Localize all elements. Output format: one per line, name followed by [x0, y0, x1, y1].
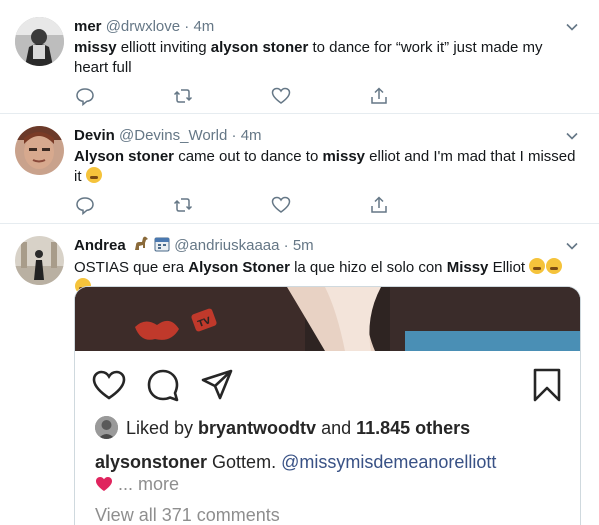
highlight-term: Missy: [446, 259, 489, 276]
shushing-face-emoji-icon: [529, 258, 546, 274]
post-photo[interactable]: TV: [75, 287, 580, 351]
user-handle[interactable]: @Devins_World: [119, 127, 227, 144]
separator-dot: ·: [184, 18, 190, 35]
share-icon[interactable]: [368, 85, 390, 107]
heart-icon[interactable]: [270, 194, 292, 216]
bookmark-icon[interactable]: [529, 367, 565, 403]
post-actions: [75, 351, 580, 411]
highlight-term: Alyson stoner: [74, 148, 175, 165]
user-handle[interactable]: @andriuskaaaa: [174, 237, 279, 254]
tweet-actions: [74, 194, 414, 216]
caption-text: Gottem.: [207, 452, 282, 472]
display-name[interactable]: mer: [74, 18, 102, 35]
highlight-term: alyson stoner: [210, 39, 309, 56]
caption-more-link[interactable]: ... more: [113, 474, 179, 494]
tweet-1[interactable]: mer @drwxlove · 4m missy elliott invitin…: [0, 0, 599, 114]
likes-summary: Liked by bryantwoodtv and 11.845 others: [95, 416, 470, 440]
retweet-icon[interactable]: [172, 85, 194, 107]
display-name[interactable]: Devin: [74, 127, 115, 144]
calendar-emoji-icon: [154, 237, 170, 252]
tweet-header: Andrea @andriuskaaaa · 5m: [74, 236, 314, 256]
dinosaur-emoji-icon: [134, 236, 148, 250]
tweet-actions: [74, 85, 414, 107]
liked-and: and: [316, 418, 357, 438]
tweet-text: missy elliott inviting alyson stoner to …: [74, 38, 579, 78]
shushing-face-emoji-icon: [546, 258, 563, 274]
avatar[interactable]: [15, 126, 64, 175]
liked-others[interactable]: 11.845 others: [356, 418, 470, 438]
tweet-2[interactable]: Devin @Devins_World · 4m Alyson stoner c…: [0, 114, 599, 224]
red-heart-emoji-icon: [96, 477, 112, 491]
tweet-header: Devin @Devins_World · 4m: [74, 126, 262, 146]
caption-mention[interactable]: @missymisdemeanorelliott: [281, 452, 496, 472]
post-caption: alysonstoner Gottem. @missymisdemeanorel…: [95, 451, 575, 495]
retweet-icon[interactable]: [172, 194, 194, 216]
caption-user[interactable]: alysonstoner: [95, 452, 207, 472]
highlight-term: Alyson Stoner: [188, 259, 290, 276]
tweet-header: mer @drwxlove · 4m: [74, 17, 214, 37]
chevron-down-icon[interactable]: [564, 19, 580, 35]
text-segment: la que hizo el solo con: [289, 259, 447, 276]
liked-user[interactable]: bryantwoodtv: [198, 418, 316, 438]
avatar[interactable]: [95, 416, 118, 439]
reply-icon[interactable]: [74, 85, 96, 107]
share-icon[interactable]: [368, 194, 390, 216]
text-segment: OSTIAS que era: [74, 259, 189, 276]
chevron-down-icon[interactable]: [564, 238, 580, 254]
user-handle[interactable]: @drwxlove: [106, 18, 180, 35]
view-all-comments-link[interactable]: View all 371 comments: [95, 505, 280, 525]
display-name[interactable]: Andrea: [74, 237, 126, 254]
text-segment: elliott inviting: [116, 39, 211, 56]
send-icon[interactable]: [199, 367, 235, 403]
separator-dot: ·: [231, 127, 237, 144]
avatar[interactable]: [15, 236, 64, 285]
heart-icon[interactable]: [91, 367, 127, 403]
text-segment: Elliot: [488, 259, 526, 276]
tired-face-emoji-icon: [85, 167, 102, 183]
timestamp[interactable]: 4m: [193, 18, 214, 35]
highlight-term: missy: [322, 148, 366, 165]
tweet-text: Alyson stoner came out to dance to missy…: [74, 147, 579, 187]
liked-prefix: Liked by: [126, 418, 199, 438]
separator-dot: ·: [283, 237, 289, 254]
text-segment: came out to dance to: [174, 148, 323, 165]
comment-icon[interactable]: [145, 367, 181, 403]
media-card[interactable]: TV Liked by bryantwoodtv and 11.845 othe…: [74, 286, 581, 525]
reply-icon[interactable]: [74, 194, 96, 216]
avatar[interactable]: [15, 17, 64, 66]
heart-icon[interactable]: [270, 85, 292, 107]
timestamp[interactable]: 4m: [241, 127, 262, 144]
highlight-term: missy: [74, 39, 117, 56]
timestamp[interactable]: 5m: [293, 237, 314, 254]
chevron-down-icon[interactable]: [564, 128, 580, 144]
